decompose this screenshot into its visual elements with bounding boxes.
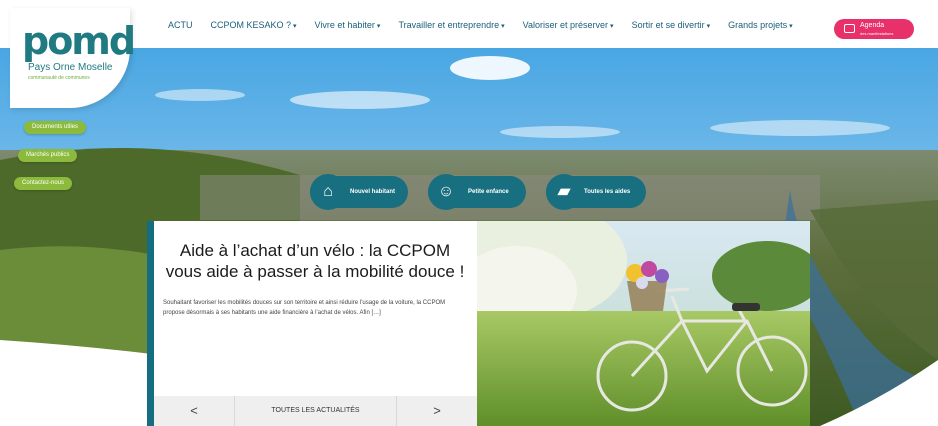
chevron-down-icon: ▾ (610, 23, 614, 30)
agenda-sublabel: des manifestations (860, 31, 894, 36)
quick-link-petite-enfance[interactable]: ☺ Petite enfance (428, 174, 526, 210)
news-title[interactable]: Aide à l’achat d’un vélo : la CCPOM vous… (165, 240, 465, 282)
menu-item-grands-projets[interactable]: Grands projets ▾ (728, 20, 793, 30)
contactez-nous-button[interactable]: Contactez-nous (14, 177, 73, 190)
main-menu: ACTU CCPOM KESAKO ? ▾ Vivre et habiter ▾ T… (168, 20, 811, 30)
calendar-icon (844, 24, 855, 33)
quick-link-toutes-les-aides[interactable]: ▰ Toutes les aides (546, 174, 646, 210)
next-news-button[interactable]: > (397, 396, 477, 426)
chevron-down-icon: ▾ (376, 23, 381, 30)
menu-item-actu[interactable]: ACTU (168, 20, 193, 30)
children-icon: ☺ (428, 174, 464, 210)
news-photo-bicycle (477, 221, 810, 426)
logo-tagline: communauté de communes (28, 75, 90, 81)
menu-item-sortir[interactable]: Sortir et se divertir ▾ (632, 20, 711, 30)
agenda-button[interactable]: Agenda des manifestations (834, 19, 914, 39)
chevron-down-icon: ▾ (501, 23, 505, 30)
marches-publics-button[interactable]: Marchés publics (18, 149, 78, 162)
chevron-down-icon: ▾ (293, 23, 297, 30)
menu-item-ccpom-kesako[interactable]: CCPOM KESAKO ? ▾ (211, 20, 297, 30)
previous-news-button[interactable]: < (154, 396, 234, 426)
quick-link-label: Nouvel habitant (350, 189, 396, 195)
news-card-accent-bar (147, 221, 154, 426)
news-excerpt: Souhaitant favoriser les mobilités douce… (163, 300, 446, 316)
chevron-down-icon: ▾ (706, 23, 711, 30)
menu-item-travailler[interactable]: Travailler et entreprendre ▾ (398, 20, 504, 30)
logo-mark: pomd (22, 19, 136, 63)
menu-item-valoriser[interactable]: Valoriser et préserver ▾ (523, 20, 614, 30)
quick-link-label: Toutes les aides (584, 189, 631, 195)
quick-link-label: Petite enfance (468, 189, 509, 195)
chat-bubbles-icon: ▰ (546, 174, 582, 210)
all-news-link[interactable]: TOUTES LES ACTUALITÉS (234, 396, 397, 426)
quick-link-nouvel-habitant[interactable]: ⌂ Nouvel habitant (310, 174, 408, 210)
agenda-label: Agenda (860, 22, 885, 29)
logo-name: Pays Orne Moselle (28, 62, 113, 73)
chevron-down-icon: ▾ (789, 23, 793, 30)
news-navigation: < TOUTES LES ACTUALITÉS > (154, 396, 477, 426)
documents-utiles-button[interactable]: Documents utiles (24, 121, 87, 134)
house-icon: ⌂ (310, 174, 346, 210)
menu-item-vivre-habiter[interactable]: Vivre et habiter ▾ (315, 20, 381, 30)
